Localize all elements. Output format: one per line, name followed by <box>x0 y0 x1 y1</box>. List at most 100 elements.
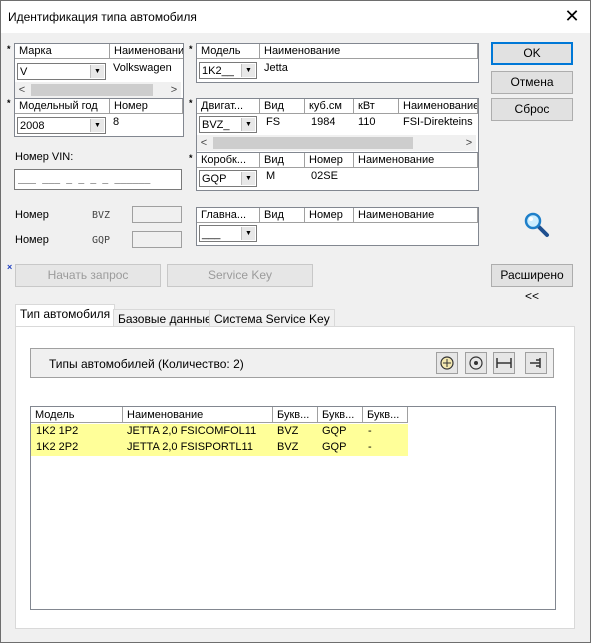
gearbox-column-header: Коробк... <box>197 153 260 168</box>
table-cell-model: 1K2 1P2 <box>36 425 79 437</box>
table-row[interactable]: 1K2 1P2 JETTA 2,0 FSICOMFOL11 BVZ GQP - <box>31 424 408 440</box>
chevron-down-icon[interactable]: ▼ <box>241 172 255 185</box>
number-label: Номер <box>15 234 49 246</box>
scroll-left-icon[interactable]: < <box>15 82 29 98</box>
filter-icon[interactable] <box>436 352 458 374</box>
marker-icon: × <box>7 262 13 272</box>
results-main-gear-letters-header: Букв... <box>363 407 408 423</box>
readonly-field <box>132 206 182 223</box>
chevron-down-icon[interactable]: ▼ <box>90 119 104 132</box>
required-marker: * <box>7 44 11 54</box>
gearbox-grid: Коробк... Вид Номер Наименование GQP ▼ M… <box>196 152 479 191</box>
engine-cc-value: 1984 <box>311 116 336 128</box>
settings-icon[interactable] <box>465 352 487 374</box>
results-toolbar: Типы автомобилей (Количество: 2) <box>30 348 554 378</box>
gearbox-type-value: M <box>266 170 276 182</box>
chevron-down-icon[interactable]: ▼ <box>241 227 255 240</box>
table-cell-model: 1K2 2P2 <box>36 441 79 453</box>
table-cell-gearbox: GQP <box>322 425 347 437</box>
model-dropdown[interactable]: 1K2__ ▼ <box>199 62 257 79</box>
required-marker: * <box>189 153 193 163</box>
range-icon[interactable] <box>493 352 515 374</box>
engine-name-column-header: Наименование <box>399 99 478 114</box>
extended-button[interactable]: Расширено << <box>491 264 573 303</box>
main-gear-code-value: ___ <box>202 228 221 240</box>
table-row[interactable]: 1K2 2P2 JETTA 2,0 FSISPORTL11 BVZ GQP - <box>31 440 408 456</box>
engine-name-value: FSI-Direkteins <box>403 116 473 128</box>
required-marker: * <box>189 44 193 54</box>
ok-button[interactable]: OK <box>491 42 573 65</box>
chevron-down-icon[interactable]: ▼ <box>241 118 255 131</box>
engine-kw-column-header: кВт <box>354 99 399 114</box>
required-marker: * <box>189 98 193 108</box>
tab-content: Типы автомобилей (Количество: 2) Модель … <box>15 326 575 629</box>
scroll-thumb[interactable] <box>31 84 153 96</box>
gearbox-number-column-header: Номер <box>305 153 354 168</box>
year-dropdown[interactable]: 2008 ▼ <box>17 117 106 134</box>
model-grid: Модель Наименование 1K2__ ▼ Jetta <box>196 43 479 83</box>
main-gear-type-column-header: Вид <box>260 208 305 223</box>
results-engine-letters-header: Букв... <box>273 407 318 423</box>
engine-cc-column-header: куб.см <box>305 99 354 114</box>
table-cell-main-gear: - <box>368 441 372 453</box>
main-gear-grid: Главна... Вид Номер Наименование ___ ▼ <box>196 207 479 246</box>
model-value: 1K2__ <box>202 65 234 77</box>
make-grid: Марка Наименование V ▼ Volkswagen < > <box>14 43 184 100</box>
vin-label: Номер VIN: <box>15 151 74 163</box>
engine-dropdown[interactable]: BVZ_ ▼ <box>199 116 257 133</box>
scroll-right-icon[interactable]: > <box>462 135 476 151</box>
gearbox-name-column-header: Наименование <box>354 153 478 168</box>
engine-kw-value: 110 <box>358 116 376 128</box>
model-column-header: Модель <box>197 44 260 59</box>
service-key-button[interactable]: Service Key <box>167 264 313 287</box>
cancel-button[interactable]: Отмена <box>491 71 573 94</box>
gearbox-type-column-header: Вид <box>260 153 305 168</box>
main-gear-name-column-header: Наименование <box>354 208 478 223</box>
reset-button[interactable]: Сброс <box>491 98 573 121</box>
title-bar: Идентификация типа автомобиля ✕ <box>1 1 590 33</box>
results-model-header: Модель <box>31 407 123 423</box>
table-cell-engine: BVZ <box>277 441 299 453</box>
close-icon[interactable]: ✕ <box>562 6 582 26</box>
results-gearbox-letters-header: Букв... <box>318 407 363 423</box>
scroll-right-icon[interactable]: > <box>167 82 181 98</box>
results-title: Типы автомобилей (Количество: 2) <box>49 357 244 371</box>
model-name-value: Jetta <box>264 62 288 74</box>
table-cell-engine: BVZ <box>277 425 299 437</box>
engine-scrollbar[interactable]: < > <box>197 135 476 151</box>
results-table: Модель Наименование Букв... Букв... Букв… <box>30 406 556 610</box>
year-column-header: Модельный год <box>15 99 110 114</box>
engine-type-column-header: Вид <box>260 99 305 114</box>
table-cell-name: JETTA 2,0 FSISPORTL11 <box>127 441 253 453</box>
make-name-column-header: Наименование <box>110 44 183 59</box>
main-gear-number-column-header: Номер <box>305 208 354 223</box>
main-gear-dropdown[interactable]: ___ ▼ <box>199 225 257 242</box>
start-query-button[interactable]: Начать запрос <box>15 264 161 287</box>
chevron-down-icon[interactable]: ▼ <box>241 64 255 77</box>
year-value: 2008 <box>20 120 45 132</box>
table-cell-main-gear: - <box>368 425 372 437</box>
vin-placeholder: ___ ___ _ _ _ _ ______ <box>18 173 151 184</box>
gearbox-number-value: 02SE <box>311 170 338 182</box>
year-number-value: 8 <box>113 116 120 128</box>
table-cell-name: JETTA 2,0 FSICOMFOL11 <box>127 425 257 437</box>
dialog-window: Идентификация типа автомобиля ✕ * Марка … <box>0 0 591 643</box>
number-column-header: Номер <box>110 99 183 114</box>
chevron-down-icon[interactable]: ▼ <box>90 65 104 78</box>
gearbox-dropdown[interactable]: GQP ▼ <box>199 170 257 187</box>
vin-input[interactable]: ___ ___ _ _ _ _ ______ <box>14 169 182 190</box>
make-scrollbar[interactable]: < > <box>15 82 181 98</box>
make-dropdown[interactable]: V ▼ <box>17 63 106 80</box>
pin-icon[interactable] <box>525 352 547 374</box>
tab-vehicle-type[interactable]: Тип автомобиля <box>15 304 116 327</box>
window-title: Идентификация типа автомобиля <box>8 10 197 24</box>
make-name-value: Volkswagen <box>113 62 172 74</box>
engine-code-value: BVZ_ <box>202 119 230 131</box>
engine-column-header: Двигат... <box>197 99 260 114</box>
make-value: V <box>20 66 28 78</box>
required-marker: * <box>7 98 11 108</box>
scroll-thumb[interactable] <box>213 137 413 149</box>
search-icon[interactable] <box>523 211 551 239</box>
number-label: Номер <box>15 209 49 221</box>
scroll-left-icon[interactable]: < <box>197 135 211 151</box>
